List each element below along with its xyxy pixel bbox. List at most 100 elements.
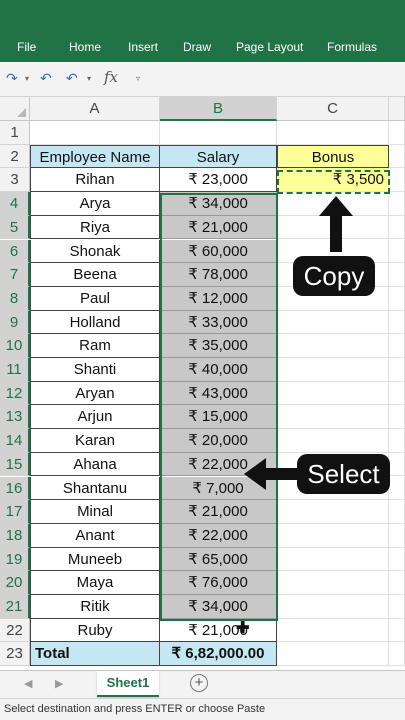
cell-d[interactable] xyxy=(389,405,405,430)
cell-c[interactable] xyxy=(277,523,389,548)
select-all-corner[interactable] xyxy=(0,97,30,121)
cell-d[interactable] xyxy=(389,121,405,145)
row-header[interactable]: 20 xyxy=(0,571,30,595)
formula-dropdown-icon[interactable]: ▿ xyxy=(136,74,140,83)
header-bonus[interactable]: Bonus xyxy=(277,144,389,169)
cell-d[interactable] xyxy=(389,381,405,406)
salary-cell[interactable]: ₹ 43,000 xyxy=(160,381,277,406)
row-header[interactable]: 18 xyxy=(0,523,30,548)
row-header[interactable]: 5 xyxy=(0,215,30,240)
row-header[interactable]: 9 xyxy=(0,310,30,335)
salary-cell[interactable]: ₹ 23,000 xyxy=(160,168,277,193)
header-salary[interactable]: Salary xyxy=(160,144,277,169)
employee-name-cell[interactable]: Karan xyxy=(30,429,160,453)
bonus-value-cell[interactable]: ₹ 3,500 xyxy=(277,168,389,193)
row-header[interactable]: 23 xyxy=(0,642,30,667)
row-header[interactable]: 3 xyxy=(0,168,30,193)
employee-name-cell[interactable]: Rihan xyxy=(30,168,160,193)
row-header[interactable]: 7 xyxy=(0,263,30,287)
cell-d[interactable] xyxy=(389,239,405,264)
tab-draw[interactable]: Draw xyxy=(183,40,211,54)
salary-cell[interactable]: ₹ 65,000 xyxy=(160,547,277,572)
salary-cell[interactable]: ₹ 22,000 xyxy=(160,523,277,548)
tab-formulas[interactable]: Formulas xyxy=(327,40,377,54)
employee-name-cell[interactable]: Shanti xyxy=(30,358,160,382)
cell-d[interactable] xyxy=(389,286,405,311)
row-header[interactable]: 14 xyxy=(0,429,30,453)
row-header[interactable]: 16 xyxy=(0,476,30,501)
salary-cell[interactable]: ₹ 78,000 xyxy=(160,263,277,287)
employee-name-cell[interactable]: Ram xyxy=(30,334,160,358)
cell-d[interactable] xyxy=(389,452,405,477)
salary-cell[interactable]: ₹ 15,000 xyxy=(160,405,277,430)
cell-d[interactable] xyxy=(389,263,405,287)
cell-c[interactable] xyxy=(277,310,389,335)
tab-page-layout[interactable]: Page Layout xyxy=(236,40,303,54)
undo-alt-icon[interactable]: ↶ xyxy=(66,70,78,87)
employee-name-cell[interactable]: Ruby xyxy=(30,618,160,643)
scroll-right-icon[interactable]: ▶ xyxy=(55,677,63,690)
cell-d[interactable] xyxy=(389,358,405,382)
employee-name-cell[interactable]: Arjun xyxy=(30,405,160,430)
cell-b[interactable] xyxy=(160,121,277,145)
tab-insert[interactable]: Insert xyxy=(128,40,158,54)
cell-c[interactable] xyxy=(277,571,389,595)
cell-d[interactable] xyxy=(389,595,405,619)
column-header-c[interactable]: C xyxy=(277,97,389,121)
tab-home[interactable]: Home xyxy=(69,40,101,54)
cell-d[interactable] xyxy=(389,144,405,169)
row-header[interactable]: 22 xyxy=(0,618,30,643)
cell-d[interactable] xyxy=(389,310,405,335)
employee-name-cell[interactable]: Minal xyxy=(30,500,160,524)
cell-c[interactable] xyxy=(277,381,389,406)
cell-c[interactable] xyxy=(277,500,389,524)
row-header[interactable]: 6 xyxy=(0,239,30,264)
employee-name-cell[interactable]: Ahana xyxy=(30,452,160,477)
row-header[interactable]: 1 xyxy=(0,121,30,145)
cell-c[interactable] xyxy=(277,405,389,430)
row-header[interactable]: 13 xyxy=(0,405,30,430)
employee-name-cell[interactable]: Paul xyxy=(30,286,160,311)
employee-name-cell[interactable]: Aryan xyxy=(30,381,160,406)
cell-d[interactable] xyxy=(389,500,405,524)
row-header[interactable]: 11 xyxy=(0,358,30,382)
cell-c[interactable] xyxy=(277,121,389,145)
fx-icon[interactable]: fx xyxy=(104,68,118,86)
row-header[interactable]: 12 xyxy=(0,381,30,406)
salary-cell[interactable]: ₹ 35,000 xyxy=(160,334,277,358)
employee-name-cell[interactable]: Ritik xyxy=(30,595,160,619)
column-header-d[interactable] xyxy=(389,97,405,121)
redo-dropdown-icon[interactable]: ▾ xyxy=(25,74,29,83)
sheet-tab-sheet1[interactable]: Sheet1 xyxy=(97,671,159,697)
cell-c[interactable] xyxy=(277,618,389,643)
cell-d[interactable] xyxy=(389,571,405,595)
salary-cell[interactable]: ₹ 20,000 xyxy=(160,429,277,453)
total-label[interactable]: Total xyxy=(30,642,160,667)
salary-cell[interactable]: ₹ 60,000 xyxy=(160,239,277,264)
employee-name-cell[interactable]: Riya xyxy=(30,215,160,240)
cell-d[interactable] xyxy=(389,642,405,667)
cell-d[interactable] xyxy=(389,168,405,193)
column-header-a[interactable]: A xyxy=(30,97,160,121)
cell-d[interactable] xyxy=(389,618,405,643)
employee-name-cell[interactable]: Maya xyxy=(30,571,160,595)
employee-name-cell[interactable]: Beena xyxy=(30,263,160,287)
employee-name-cell[interactable]: Muneeb xyxy=(30,547,160,572)
undo-icon[interactable]: ↶ xyxy=(40,70,52,87)
employee-name-cell[interactable]: Arya xyxy=(30,192,160,216)
cell-c[interactable] xyxy=(277,595,389,619)
redo-icon[interactable]: ↷ xyxy=(6,70,18,87)
row-header[interactable]: 15 xyxy=(0,452,30,477)
cell-c[interactable] xyxy=(277,547,389,572)
cell-d[interactable] xyxy=(389,523,405,548)
employee-name-cell[interactable]: Shonak xyxy=(30,239,160,264)
row-header[interactable]: 4 xyxy=(0,192,30,216)
employee-name-cell[interactable]: Anant xyxy=(30,523,160,548)
header-employee-name[interactable]: Employee Name xyxy=(30,144,160,169)
cell-c[interactable] xyxy=(277,429,389,453)
tab-file[interactable]: File xyxy=(17,40,36,54)
cell-d[interactable] xyxy=(389,547,405,572)
row-header[interactable]: 21 xyxy=(0,595,30,619)
salary-cell[interactable]: ₹ 34,000 xyxy=(160,595,277,619)
row-header[interactable]: 17 xyxy=(0,500,30,524)
